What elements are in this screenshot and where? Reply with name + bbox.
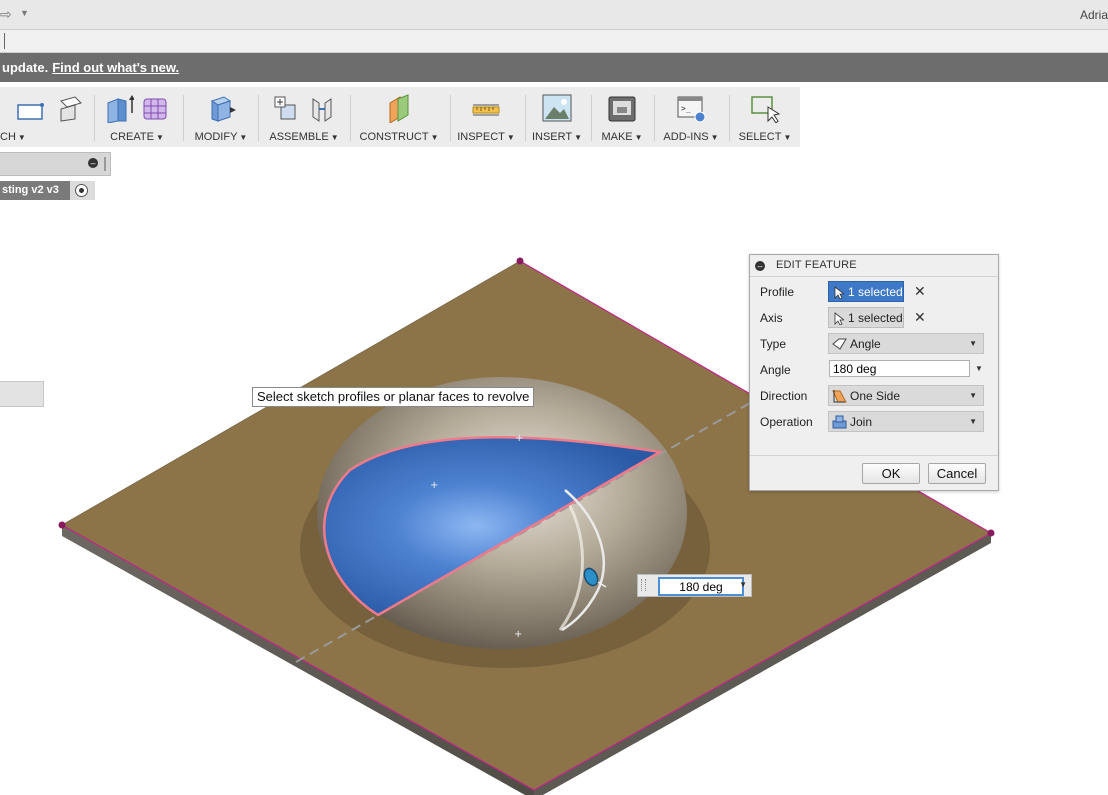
cursor-arrow-icon [834,286,844,299]
ribbon-toolbar: CH ▼ CREATE ▼ MODIFY ▼ ASSEMBLE ▼ CONSTR… [0,87,800,147]
svg-text:>_: >_ [681,104,691,113]
edit-feature-dialog: – EDIT FEATURE Profile 1 selected ✕ Axis… [749,254,999,491]
ribbon-label: ADD-INS [663,131,709,143]
sketch-point[interactable] [516,257,524,265]
user-name[interactable]: Adria [1080,8,1108,22]
extrude-icon [104,93,135,124]
ribbon-label: ASSEMBLE [269,131,329,143]
redo-dropdown-icon[interactable]: ▼ [20,8,29,18]
type-row: Type Angle ▼ [750,333,998,355]
type-label: Type [760,337,787,351]
chevron-down-icon[interactable]: ▼ [975,364,983,373]
one-side-icon [832,390,847,403]
sketch-marker: + [515,433,523,444]
angle-type-icon [832,338,847,350]
plane-icon [384,93,414,124]
ribbon-group-make[interactable]: MAKE ▼ [595,87,649,147]
measure-icon [471,93,501,123]
scripts-icon: >_ [676,93,706,123]
ribbon-label: SELECT [738,131,782,143]
sketch-point[interactable] [987,529,995,537]
ribbon-label: CREATE [110,131,154,143]
title-bar: ⇨ ▼ Adria [0,0,1108,30]
axis-select-button[interactable]: 1 selected [828,307,904,328]
join-icon [832,415,847,429]
angle-dimension-box: ▼ [637,574,752,597]
direction-row: Direction One Side ▼ [750,385,998,407]
document-tab-strip [0,30,1108,53]
ribbon-label: MODIFY [194,131,238,143]
banner-text: update. [2,60,49,75]
ribbon-label: MAKE [601,131,633,143]
form-icon [140,93,170,123]
active-document-item[interactable]: sting v2 v3 [0,181,95,200]
browser-panel-header[interactable]: – [0,152,111,176]
select-window-icon [750,93,781,124]
axis-label: Axis [760,311,783,325]
printer-icon [607,93,637,123]
ribbon-group-inspect[interactable]: INSPECT ▼ [454,87,518,147]
image-icon [542,93,572,123]
whats-new-link[interactable]: Find out what's new. [52,60,179,75]
update-banner: update. Find out what's new. [0,53,1108,82]
ribbon-label: INSERT [531,131,573,143]
ribbon-group-sketch[interactable]: CH ▼ [0,87,44,147]
ribbon-label: CH [0,131,16,143]
ribbon-group-add-ins[interactable]: >_ ADD-INS ▼ [658,87,724,147]
collapse-dialog-icon[interactable]: – [755,261,765,271]
angle-input[interactable] [829,360,970,377]
selection-tooltip: Select sketch profiles or planar faces t… [252,387,535,407]
collapse-icon[interactable]: – [88,158,98,168]
sketch-marker: + [430,480,438,491]
angle-label: Angle [760,363,791,377]
ribbon-group-assemble[interactable]: ASSEMBLE ▼ [262,87,346,147]
ribbon-tool[interactable] [50,87,90,147]
angle-row: Angle ▼ [750,359,998,381]
chevron-down-icon: ▼ [969,391,977,400]
offset-plane-icon [55,93,85,123]
direction-label: Direction [760,389,808,403]
chevron-down-icon: ▼ [969,417,977,426]
cancel-button[interactable]: Cancel [928,463,986,484]
new-component-icon [271,93,301,123]
ribbon-group-construct[interactable]: CONSTRUCT ▼ [354,87,444,147]
chevron-down-icon: ▼ [969,339,977,348]
profile-label: Profile [760,285,795,299]
type-dropdown[interactable]: Angle ▼ [828,333,984,354]
ribbon-label: CONSTRUCT [359,131,429,143]
resize-grip[interactable] [104,157,106,171]
profile-row: Profile 1 selected ✕ [750,281,998,303]
dialog-header: – EDIT FEATURE [750,255,998,277]
direction-dropdown[interactable]: One Side ▼ [828,385,984,406]
side-panel-stub[interactable] [0,381,44,407]
document-name: sting v2 v3 [0,181,70,200]
operation-row: Operation Join ▼ [750,411,998,433]
ribbon-group-insert[interactable]: INSERT ▼ [529,87,585,147]
clear-axis-icon[interactable]: ✕ [914,309,926,326]
operation-label: Operation [760,415,813,429]
angle-dimension-input[interactable] [658,577,744,596]
dialog-divider [750,455,998,456]
axis-row: Axis 1 selected ✕ [750,307,998,329]
sketch-marker: + [514,629,522,640]
sketch-point[interactable] [58,521,66,529]
redo-icon[interactable]: ⇨ [0,6,12,23]
tab-divider [4,33,5,49]
clear-profile-icon[interactable]: ✕ [914,283,926,300]
ribbon-group-select[interactable]: SELECT ▼ [733,87,797,147]
cursor-arrow-icon [834,312,844,325]
dialog-title: EDIT FEATURE [776,259,857,271]
operation-dropdown[interactable]: Join ▼ [828,411,984,432]
profile-select-button[interactable]: 1 selected [828,281,904,302]
sketch-icon [14,93,44,123]
drag-grip[interactable] [641,579,646,591]
press-pull-icon [206,93,236,123]
joint-icon [307,93,337,123]
ok-button[interactable]: OK [862,463,920,484]
chevron-down-icon[interactable]: ▼ [739,580,747,589]
activate-radio-icon[interactable] [75,184,88,197]
ribbon-group-modify[interactable]: MODIFY ▼ [187,87,255,147]
ribbon-label: INSPECT [457,131,505,143]
ribbon-group-create[interactable]: CREATE ▼ [98,87,176,147]
